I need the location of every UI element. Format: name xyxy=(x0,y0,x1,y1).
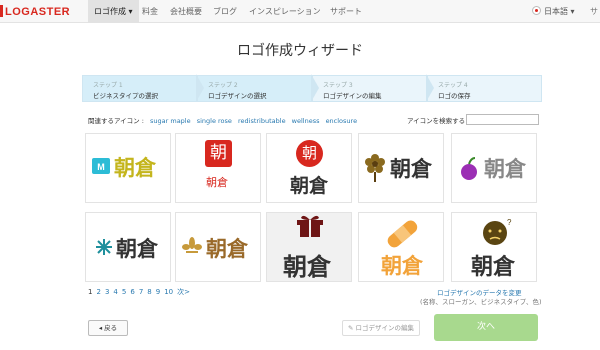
page-title: ロゴ作成ウィザード xyxy=(237,43,363,59)
edit-label: ロゴデザインの編集 xyxy=(355,324,415,332)
wizard-steps: ステップ 1 ビジネスタイプの選択 ステップ 2 ロゴデザインの選択 ステップ … xyxy=(82,74,542,102)
edit-logo-button[interactable]: ✎ ロゴデザインの編集 xyxy=(342,320,420,336)
logo-text: 朝倉 xyxy=(206,176,228,189)
logo-text: 朝倉 xyxy=(283,253,331,281)
logo-option[interactable]: 朝倉 xyxy=(451,133,537,203)
logo-option[interactable]: ? 朝倉 xyxy=(451,212,537,282)
logo-option[interactable]: 朝倉 xyxy=(266,212,352,282)
step-label: ロゴデザインの編集 xyxy=(323,92,382,100)
change-logo-data-note: (名称、スローガン、ビジネスタイプ、色) xyxy=(420,298,542,306)
step-number: ステップ 3 xyxy=(323,82,353,89)
logo-text: 朝倉 xyxy=(114,156,156,180)
page-link[interactable]: 8 xyxy=(147,288,151,296)
icon-search-input[interactable] xyxy=(466,114,539,125)
step-arrow-icon xyxy=(196,74,204,102)
logo-text: 朝倉 xyxy=(484,157,526,181)
page-link[interactable]: 2 xyxy=(96,288,100,296)
logo-text: 朝倉 xyxy=(390,157,432,181)
logo-option[interactable]: 朝倉 xyxy=(358,212,444,282)
page-link[interactable]: 7 xyxy=(139,288,143,296)
step-2: ステップ 2 ロゴデザインの選択 xyxy=(197,75,312,102)
back-button[interactable]: ◂ 戻る xyxy=(88,320,128,336)
nav-pricing[interactable]: 料金 xyxy=(136,0,164,23)
nav-company[interactable]: 会社概要 xyxy=(164,0,208,23)
brand-logo[interactable]: LOGASTER xyxy=(0,5,70,19)
svg-text:M: M xyxy=(97,162,105,172)
related-icons: 関連するアイコン : sugar maple single rose redis… xyxy=(88,115,357,125)
nav-blog[interactable]: ブログ xyxy=(207,0,243,23)
top-bar: LOGASTER ロゴ作成 ▾ 料金 会社概要 ブログ インスピレーション サポ… xyxy=(0,0,600,23)
page-link[interactable]: 4 xyxy=(113,288,117,296)
logo-text: 朝倉 xyxy=(290,175,329,197)
related-tag[interactable]: redistributable xyxy=(238,117,286,125)
step-arrow-icon xyxy=(311,74,319,102)
svg-text:?: ? xyxy=(507,218,512,227)
nav-logo-create[interactable]: ロゴ作成 ▾ xyxy=(88,0,139,23)
back-label: 戻る xyxy=(104,324,118,332)
step-arrow-icon xyxy=(426,74,434,102)
next-button[interactable]: 次へ xyxy=(434,314,538,341)
step-number: ステップ 4 xyxy=(438,82,468,89)
pagination: 1 2 3 4 5 6 7 8 9 10 次> xyxy=(88,287,194,297)
language-label: 日本語 ▾ xyxy=(544,7,575,16)
red-kanji-square-icon: 朝 xyxy=(205,140,232,167)
logo-text: 朝倉 xyxy=(206,237,248,261)
logo-option[interactable]: 朝 朝倉 xyxy=(266,133,352,203)
logo-option[interactable]: 朝倉 xyxy=(358,133,444,203)
logo-option[interactable]: 朝倉 xyxy=(85,212,171,282)
page-link[interactable]: 3 xyxy=(105,288,109,296)
related-label: 関連するアイコン : xyxy=(88,117,144,125)
pencil-icon: ✎ xyxy=(347,324,356,332)
nav-cutoff-text: サ xyxy=(590,7,598,16)
page-link[interactable]: 1 xyxy=(88,288,92,296)
logo-option[interactable]: 朝 朝倉 xyxy=(175,133,261,203)
step-number: ステップ 2 xyxy=(208,82,238,89)
page-link[interactable]: 5 xyxy=(122,288,126,296)
page-link[interactable]: 6 xyxy=(130,288,134,296)
logo-option[interactable]: M 朝倉 xyxy=(85,133,171,203)
red-kanji-circle-icon: 朝 xyxy=(296,140,323,167)
page-link[interactable]: 9 xyxy=(156,288,160,296)
page-link[interactable]: 10 xyxy=(164,288,173,296)
related-tag[interactable]: single rose xyxy=(197,117,232,125)
logo-text: 朝倉 xyxy=(116,237,158,261)
step-4: ステップ 4 ロゴの保存 xyxy=(427,75,542,102)
logo-option[interactable]: 朝倉 xyxy=(175,212,261,282)
related-tag[interactable]: wellness xyxy=(292,117,320,125)
nav-inspiration[interactable]: インスピレーション xyxy=(243,0,327,23)
step-3: ステップ 3 ロゴデザインの編集 xyxy=(312,75,427,102)
step-label: ロゴの保存 xyxy=(438,92,471,100)
step-number: ステップ 1 xyxy=(93,82,123,89)
related-tag[interactable]: enclosure xyxy=(326,117,358,125)
next-page-link[interactable]: 次> xyxy=(177,288,190,296)
logo-text: 朝倉 xyxy=(381,254,423,278)
step-1[interactable]: ステップ 1 ビジネスタイプの選択 xyxy=(82,75,197,102)
step-label: ロゴデザインの選択 xyxy=(208,92,267,100)
icon-search-label: アイコンを検索する : xyxy=(407,117,470,125)
step-label: ビジネスタイプの選択 xyxy=(93,92,158,100)
brand-name: LOGASTER xyxy=(5,6,71,18)
related-tag[interactable]: sugar maple xyxy=(150,117,191,125)
language-selector[interactable]: 日本語 ▾ xyxy=(532,0,575,23)
logo-text: 朝倉 xyxy=(471,255,516,280)
nav-support[interactable]: サポート xyxy=(324,0,368,23)
japan-flag-icon xyxy=(532,6,541,15)
